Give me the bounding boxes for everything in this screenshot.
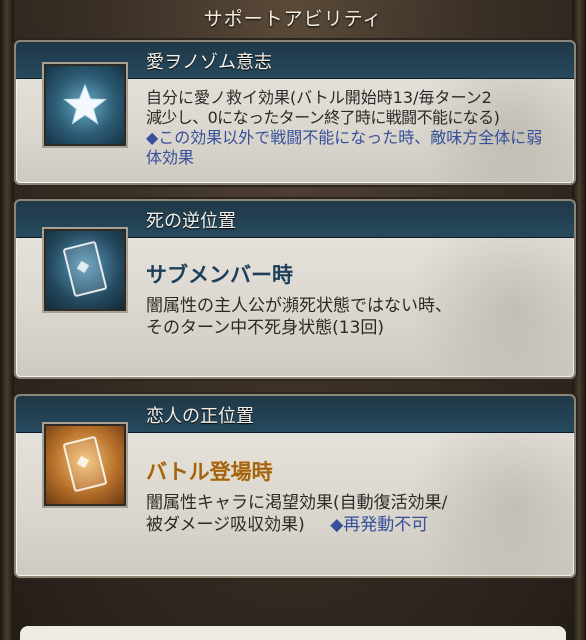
star-icon [44,64,126,146]
ability-description: 闇属性キャラに渇望効果(自動復活効果/ 被ダメージ吸収効果) ◆再発動不可 [146,493,448,535]
ability-name: 死の逆位置 [146,211,236,232]
bottom-panel-edge [20,626,566,640]
page-title: サポートアビリティ [203,7,383,30]
header: サポートアビリティ [0,0,586,34]
tarot-card-icon [44,229,126,311]
ability-name: 愛ヲノゾム意志 [146,52,272,73]
ability-condition: バトル登場時 [146,460,273,484]
ability-description: 自分に愛ノ救イ効果(バトル開始時13/毎ターン2 減少し、0になったターン終了時… [146,88,543,167]
ability-name: 恋人の正位置 [146,406,254,427]
ability-panel-1[interactable]: 愛ヲノゾム意志 自分に愛ノ救イ効果(バトル開始時13/毎ターン2 減少し、0にな… [14,40,576,185]
ability-description: 闇属性の主人公が瀕死状態ではない時、 そのターン中不死身状態(13回) [146,296,452,338]
tarot-card-icon [44,424,126,506]
ability-condition: サブメンバー時 [146,263,293,287]
ability-panel-2[interactable]: 死の逆位置 サブメンバー時 闇属性の主人公が瀕死状態ではない時、 そのターン中不… [14,199,576,379]
ability-panel-3[interactable]: 恋人の正位置 バトル登場時 闇属性キャラに渇望効果(自動復活効果/ 被ダメージ吸… [14,394,576,578]
